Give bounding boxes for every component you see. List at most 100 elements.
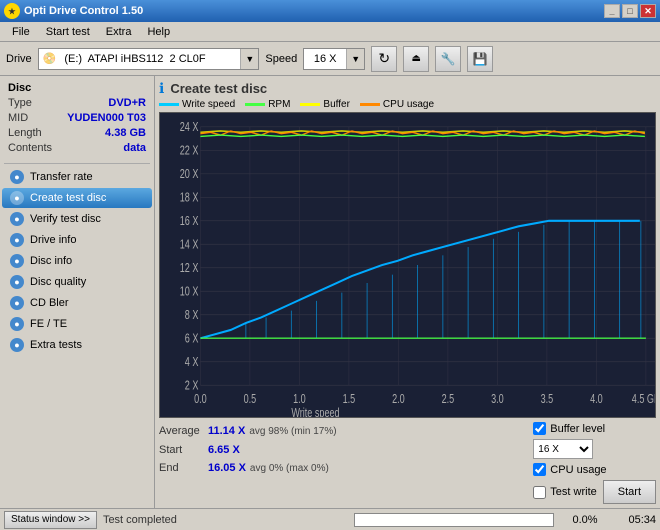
legend-write-speed-color xyxy=(159,103,179,106)
svg-text:2 X: 2 X xyxy=(185,379,199,393)
stat-end-extra: avg 0% (max 0%) xyxy=(250,460,329,478)
sidebar-item-disc-quality[interactable]: ● Disc quality xyxy=(2,272,152,292)
svg-text:6 X: 6 X xyxy=(185,332,199,346)
maximize-button[interactable]: □ xyxy=(622,4,638,18)
speed-input[interactable] xyxy=(304,49,346,69)
sidebar-label-extra-tests: Extra tests xyxy=(30,339,82,351)
close-button[interactable]: ✕ xyxy=(640,4,656,18)
sidebar-label-transfer-rate: Transfer rate xyxy=(30,171,93,183)
test-write-label: Test write xyxy=(550,486,596,498)
stats-left: Average 11.14 X avg 98% (min 17%) Start … xyxy=(159,422,523,504)
svg-text:0.5: 0.5 xyxy=(244,393,257,407)
disc-mid-value: YUDEN000 T03 xyxy=(67,111,146,126)
cpu-usage-label: CPU usage xyxy=(550,464,606,476)
chart-title: Create test disc xyxy=(170,81,267,96)
stat-average-row: Average 11.14 X avg 98% (min 17%) xyxy=(159,422,523,441)
title-bar-left: ★ Opti Drive Control 1.50 xyxy=(4,3,143,19)
sidebar-item-drive-info[interactable]: ● Drive info xyxy=(2,230,152,250)
sidebar-item-create-test-disc[interactable]: ● Create test disc xyxy=(2,188,152,208)
sidebar-item-fe-te[interactable]: ● FE / TE xyxy=(2,314,152,334)
main-area: Disc Type DVD+R MID YUDEN000 T03 Length … xyxy=(0,76,660,508)
progress-percent: 0.0% xyxy=(560,514,610,526)
drive-info-icon: ● xyxy=(10,233,24,247)
sidebar-label-drive-info: Drive info xyxy=(30,234,76,246)
sidebar: Disc Type DVD+R MID YUDEN000 T03 Length … xyxy=(0,76,155,508)
svg-text:10 X: 10 X xyxy=(180,285,199,299)
svg-text:4.5 GB: 4.5 GB xyxy=(632,393,655,407)
svg-text:22 X: 22 X xyxy=(180,144,199,158)
buffer-level-label: Buffer level xyxy=(550,423,605,435)
disc-info-icon: ● xyxy=(10,254,24,268)
sidebar-item-disc-info[interactable]: ● Disc info xyxy=(2,251,152,271)
sidebar-label-verify-test-disc: Verify test disc xyxy=(30,213,101,225)
title-bar-text: Opti Drive Control 1.50 xyxy=(24,5,143,17)
stats-panel: Average 11.14 X avg 98% (min 17%) Start … xyxy=(159,422,656,504)
stat-start-value: 6.65 X xyxy=(208,441,240,459)
svg-text:1.0: 1.0 xyxy=(293,393,306,407)
svg-text:3.5: 3.5 xyxy=(541,393,554,407)
sidebar-item-verify-test-disc[interactable]: ● Verify test disc xyxy=(2,209,152,229)
sidebar-label-disc-quality: Disc quality xyxy=(30,276,86,288)
svg-text:18 X: 18 X xyxy=(180,191,199,205)
drive-select[interactable] xyxy=(60,49,240,69)
chart-area: ℹ Create test disc Write speed RPM Buffe… xyxy=(155,76,660,508)
disc-info-section: Disc Type DVD+R MID YUDEN000 T03 Length … xyxy=(0,80,154,160)
progress-bar-container xyxy=(354,513,554,527)
sidebar-divider-1 xyxy=(4,163,150,164)
legend-rpm: RPM xyxy=(245,99,290,110)
legend-write-speed-label: Write speed xyxy=(182,99,235,110)
disc-length-row: Length 4.38 GB xyxy=(8,126,146,141)
stat-start-row: Start 6.65 X xyxy=(159,441,523,459)
legend-buffer: Buffer xyxy=(300,99,350,110)
settings-button[interactable]: 🔧 xyxy=(435,46,461,72)
svg-text:1.5: 1.5 xyxy=(343,393,356,407)
svg-text:0.0: 0.0 xyxy=(194,393,207,407)
sidebar-item-extra-tests[interactable]: ● Extra tests xyxy=(2,335,152,355)
disc-mid-row: MID YUDEN000 T03 xyxy=(8,111,146,126)
menu-start-test[interactable]: Start test xyxy=(38,24,98,40)
menu-file[interactable]: File xyxy=(4,24,38,40)
menu-help[interactable]: Help xyxy=(139,24,178,40)
refresh-button[interactable]: ↻ xyxy=(371,46,397,72)
start-button[interactable]: Start xyxy=(603,480,656,504)
cpu-usage-checkbox[interactable] xyxy=(533,463,546,476)
minimize-button[interactable]: _ xyxy=(604,4,620,18)
status-window-button[interactable]: Status window >> xyxy=(4,511,97,529)
sidebar-item-cd-bler[interactable]: ● CD Bler xyxy=(2,293,152,313)
eject-button[interactable]: ⏏ xyxy=(403,46,429,72)
disc-length-label: Length xyxy=(8,126,42,141)
legend-buffer-color xyxy=(300,103,320,106)
disc-section-title: Disc xyxy=(8,82,146,94)
svg-text:4 X: 4 X xyxy=(185,356,199,370)
save-button[interactable]: 💾 xyxy=(467,46,493,72)
chart-header: ℹ Create test disc xyxy=(159,80,656,97)
chart-title-icon: ℹ xyxy=(159,80,164,97)
write-speed-select[interactable]: 16 X xyxy=(533,439,593,459)
svg-text:3.0: 3.0 xyxy=(491,393,504,407)
stat-average-value: 11.14 X xyxy=(208,422,245,440)
sidebar-item-transfer-rate[interactable]: ● Transfer rate xyxy=(2,167,152,187)
stat-end-row: End 16.05 X avg 0% (max 0%) xyxy=(159,459,523,478)
speed-dropdown-btn[interactable]: ▼ xyxy=(346,49,364,69)
test-write-checkbox[interactable] xyxy=(533,486,546,499)
disc-type-row: Type DVD+R xyxy=(8,96,146,111)
svg-text:24 X: 24 X xyxy=(180,121,199,135)
title-bar-controls: _ □ ✕ xyxy=(604,4,656,18)
buffer-level-row: Buffer level xyxy=(533,422,605,435)
transfer-rate-icon: ● xyxy=(10,170,24,184)
extra-tests-icon: ● xyxy=(10,338,24,352)
disc-contents-row: Contents data xyxy=(8,141,146,156)
drive-dropdown-btn[interactable]: ▼ xyxy=(240,49,258,69)
legend-write-speed: Write speed xyxy=(159,99,235,110)
disc-type-value: DVD+R xyxy=(108,96,146,111)
sidebar-label-fe-te: FE / TE xyxy=(30,318,67,330)
svg-text:Write speed: Write speed xyxy=(291,407,339,417)
menu-extra[interactable]: Extra xyxy=(98,24,140,40)
buffer-level-checkbox[interactable] xyxy=(533,422,546,435)
test-write-row: Test write xyxy=(533,486,596,499)
status-bar: Status window >> Test completed 0.0% 05:… xyxy=(0,508,660,530)
legend-rpm-label: RPM xyxy=(268,99,290,110)
title-bar: ★ Opti Drive Control 1.50 _ □ ✕ xyxy=(0,0,660,22)
svg-text:16 X: 16 X xyxy=(180,215,199,229)
time-display: 05:34 xyxy=(616,514,656,526)
